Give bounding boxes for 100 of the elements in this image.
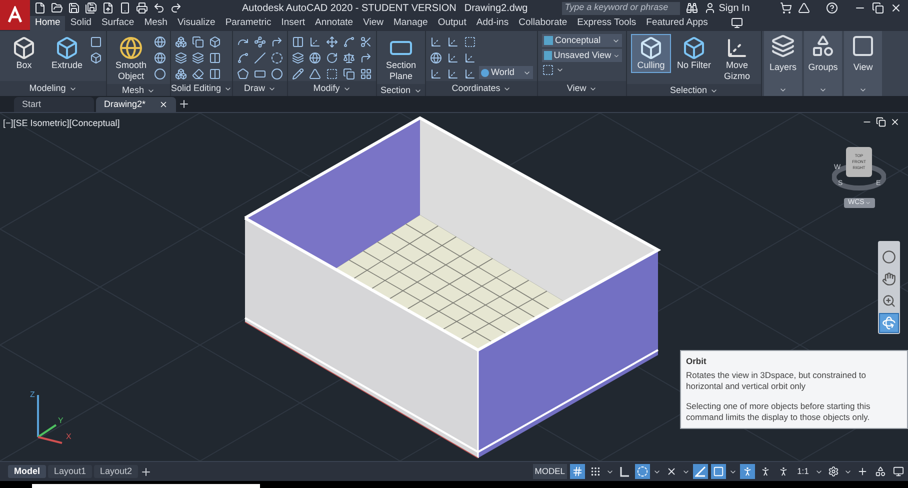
- circle-icon[interactable]: [154, 68, 166, 80]
- layout-tab[interactable]: Layout1: [48, 465, 92, 478]
- caret-icon[interactable]: [859, 86, 868, 94]
- status-toggle[interactable]: 1:1: [794, 464, 812, 479]
- add-layout-icon[interactable]: [140, 466, 152, 478]
- ribbon-tab[interactable]: Output: [432, 16, 472, 31]
- view-dropdown[interactable]: Conceptual: [542, 34, 622, 47]
- ucs-icon[interactable]: [430, 68, 442, 80]
- print-icon[interactable]: [136, 2, 148, 14]
- ribbon-tab[interactable]: Manage: [388, 16, 433, 31]
- nav-tool[interactable]: [879, 313, 899, 333]
- layers-icon[interactable]: [771, 34, 796, 58]
- array-icon[interactable]: [360, 68, 372, 80]
- ucs-box-icon[interactable]: [464, 36, 476, 48]
- file-tab[interactable]: Drawing2*: [96, 97, 176, 112]
- scissors-icon[interactable]: [360, 36, 372, 48]
- ucs-icon[interactable]: [464, 52, 476, 64]
- status-toggle[interactable]: [826, 464, 841, 479]
- caret-icon[interactable]: [556, 66, 564, 74]
- close-icon[interactable]: [890, 2, 902, 14]
- help-icon[interactable]: [826, 2, 838, 14]
- sign-in-button[interactable]: Sign In: [718, 0, 750, 16]
- ribbon-tool[interactable]: Section Plane: [381, 34, 422, 84]
- upload-icon[interactable]: [102, 2, 114, 14]
- status-toggle[interactable]: [693, 464, 708, 479]
- scale-icon[interactable]: [343, 52, 356, 64]
- triangle-icon[interactable]: [309, 68, 322, 80]
- caret-icon[interactable]: [819, 86, 828, 94]
- search-field[interactable]: Type a keyword or phrase: [562, 2, 680, 14]
- ucs-icon[interactable]: [447, 68, 460, 80]
- status-toggle[interactable]: [740, 464, 755, 479]
- layers-icon[interactable]: [192, 52, 204, 64]
- rectangle-icon[interactable]: [254, 68, 266, 80]
- ribbon-tab[interactable]: Insert: [276, 16, 310, 31]
- eraser-icon[interactable]: [192, 68, 204, 80]
- layers-icon[interactable]: [175, 52, 187, 64]
- ribbon-tab[interactable]: Home: [30, 16, 66, 31]
- caret-icon[interactable]: [779, 86, 788, 94]
- ribbon-tool[interactable]: Smooth Object: [111, 34, 151, 84]
- status-toggle[interactable]: [891, 464, 906, 479]
- ribbon-tool[interactable]: Box: [4, 34, 44, 73]
- viewport-label[interactable]: [−][SE Isometric][Conceptual]: [3, 117, 120, 130]
- undo-icon[interactable]: [153, 2, 165, 14]
- view-dropdown[interactable]: Unsaved View: [542, 49, 622, 62]
- panel-button[interactable]: Layers: [770, 61, 797, 74]
- status-toggle[interactable]: [873, 464, 888, 479]
- spline-icon[interactable]: [237, 52, 250, 64]
- boxes-icon[interactable]: [175, 68, 187, 80]
- ucs-icon[interactable]: [464, 68, 476, 80]
- file-tab[interactable]: Start: [14, 97, 94, 112]
- ucs-icon[interactable]: [430, 36, 442, 48]
- layout-tab[interactable]: Layout2: [94, 465, 138, 478]
- ucs-dropdown[interactable]: World: [479, 66, 534, 79]
- columns-icon[interactable]: [209, 52, 221, 64]
- ribbon-tool[interactable]: Move Gizmo: [717, 34, 758, 84]
- ucs-globe-icon[interactable]: [430, 52, 442, 64]
- pencil-icon[interactable]: [292, 68, 304, 80]
- save-icon[interactable]: [68, 2, 80, 14]
- cube-icon[interactable]: [209, 36, 221, 48]
- ribbon-tab[interactable]: Mesh: [139, 16, 172, 31]
- circle-icon[interactable]: [271, 52, 284, 64]
- ucs-icon[interactable]: [447, 52, 460, 64]
- panel-button[interactable]: View: [853, 61, 873, 74]
- save-as-icon[interactable]: [85, 2, 97, 14]
- ribbon-tab[interactable]: Add-ins: [471, 16, 514, 31]
- layers-icon[interactable]: [292, 52, 304, 64]
- close-icon[interactable]: [890, 117, 900, 127]
- folder-icon[interactable]: [51, 2, 63, 14]
- app-logo-icon[interactable]: [0, 0, 30, 30]
- move-icon[interactable]: [326, 36, 338, 48]
- status-toggle[interactable]: [635, 464, 650, 479]
- ribbon-tab[interactable]: Parametric: [220, 16, 276, 31]
- ribbon-tab[interactable]: Collaborate: [514, 16, 572, 31]
- group-icon[interactable]: [811, 34, 836, 58]
- boxes-icon[interactable]: [175, 36, 187, 48]
- cube-icon[interactable]: [90, 52, 102, 64]
- ribbon-tab[interactable]: View: [358, 16, 388, 31]
- layout-tab[interactable]: Model: [8, 465, 46, 478]
- new-file-icon[interactable]: [34, 2, 46, 14]
- polyline-icon[interactable]: [254, 36, 266, 48]
- ribbon-tab[interactable]: Solid: [65, 16, 96, 31]
- restore-icon[interactable]: [876, 117, 886, 127]
- redo-icon[interactable]: [170, 2, 182, 14]
- drawing-canvas[interactable]: [0, 113, 908, 461]
- status-toggle[interactable]: [570, 464, 585, 479]
- panel-button[interactable]: Groups: [808, 61, 838, 74]
- ribbon-tab[interactable]: Featured Apps: [641, 16, 713, 31]
- ribbon-tool[interactable]: No Filter: [674, 34, 714, 73]
- ribbon-tab[interactable]: Visualize: [172, 16, 220, 31]
- new-tab-icon[interactable]: [178, 98, 190, 110]
- view-icon[interactable]: [851, 34, 876, 58]
- ribbon-tool[interactable]: Culling: [631, 34, 672, 73]
- square-icon[interactable]: [90, 36, 102, 48]
- rotate-icon[interactable]: [326, 52, 338, 64]
- ribbon-tool[interactable]: Extrude: [47, 34, 87, 73]
- monitor-icon[interactable]: [730, 17, 743, 29]
- binoculars-icon[interactable]: [686, 2, 698, 14]
- cart-icon[interactable]: [780, 2, 792, 14]
- phone-icon[interactable]: [119, 2, 131, 14]
- ribbon-tab[interactable]: Surface: [96, 16, 140, 31]
